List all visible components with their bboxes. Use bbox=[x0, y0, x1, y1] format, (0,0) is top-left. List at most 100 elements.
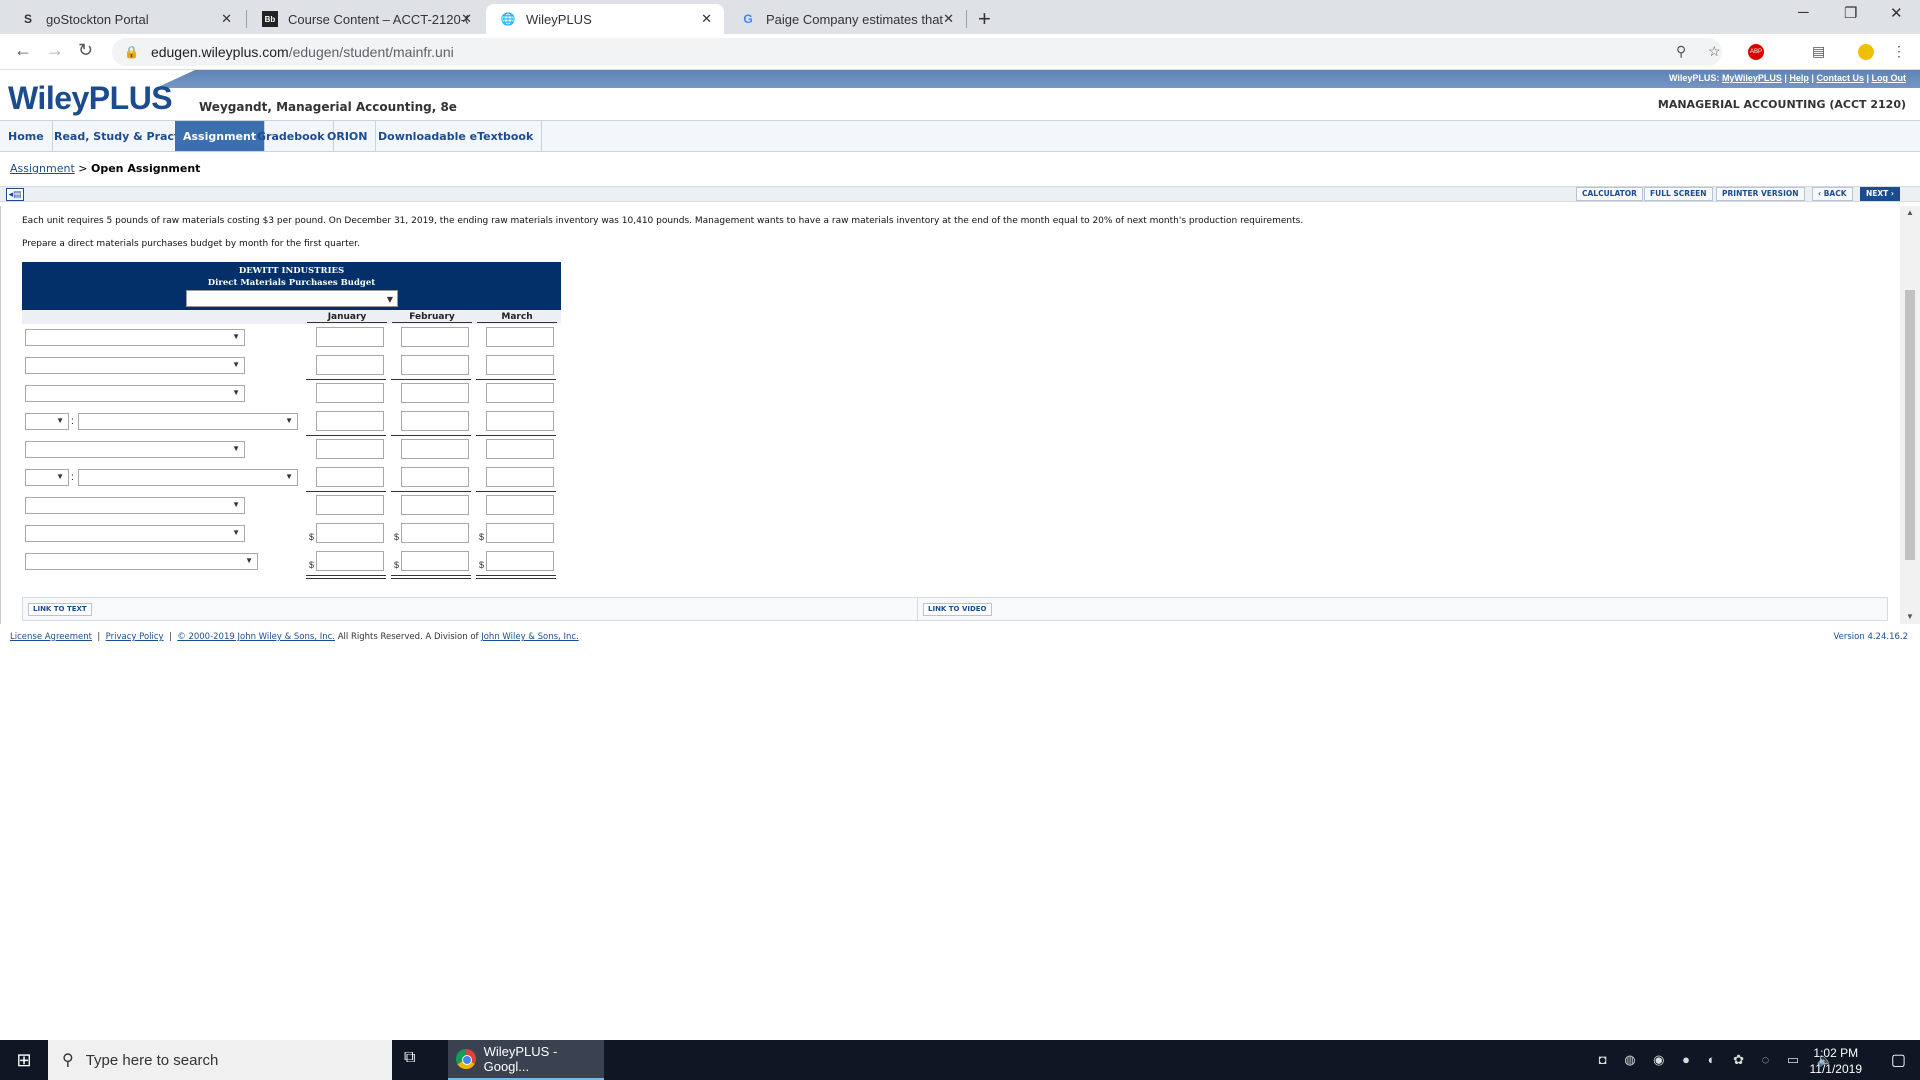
close-icon[interactable]: ✕ bbox=[461, 11, 472, 27]
next-button[interactable]: NEXT › bbox=[1860, 187, 1901, 201]
header-links: WileyPLUS: MyWileyPLUS | Help | Contact … bbox=[1668, 73, 1907, 83]
march-input[interactable] bbox=[486, 439, 554, 459]
restore-icon[interactable]: ❐ bbox=[1844, 4, 1857, 22]
breadcrumb-assignment-link[interactable]: Assignment bbox=[10, 162, 75, 175]
february-input[interactable] bbox=[401, 355, 469, 375]
february-input[interactable] bbox=[401, 327, 469, 347]
link-to-video-button[interactable]: LINK TO VIDEO bbox=[923, 603, 992, 616]
line-item-select[interactable]: ▼ bbox=[25, 525, 245, 542]
period-select[interactable]: ▼ bbox=[186, 290, 398, 307]
line-item-select[interactable]: ▼ bbox=[78, 469, 298, 486]
march-input[interactable] bbox=[486, 551, 554, 571]
zoom-icon[interactable]: ⚲ bbox=[1676, 43, 1686, 60]
line-item-select[interactable]: ▼ bbox=[25, 497, 245, 514]
tab-wileyplus[interactable]: 🌐 WileyPLUS ✕ bbox=[486, 4, 724, 34]
line-item-select[interactable]: ▼ bbox=[25, 553, 258, 570]
march-input[interactable] bbox=[486, 523, 554, 543]
profile-icon[interactable] bbox=[1858, 44, 1874, 60]
notification-icon[interactable]: ▢ bbox=[1891, 1050, 1906, 1070]
close-icon[interactable]: ✕ bbox=[943, 11, 954, 27]
contact-us-link[interactable]: Contact Us bbox=[1816, 73, 1864, 83]
reader-icon[interactable]: ▤ bbox=[1812, 43, 1825, 60]
march-input[interactable] bbox=[486, 411, 554, 431]
march-input[interactable] bbox=[486, 467, 554, 487]
privacy-policy-link[interactable]: Privacy Policy bbox=[106, 632, 164, 642]
back-arrow-icon[interactable]: ← bbox=[14, 40, 32, 61]
january-input[interactable] bbox=[316, 523, 384, 543]
close-icon[interactable]: ✕ bbox=[701, 11, 712, 27]
nav-home[interactable]: Home bbox=[0, 121, 53, 151]
copyright-link[interactable]: © 2000-2019 John Wiley & Sons, Inc. bbox=[177, 632, 335, 642]
back-button[interactable]: ‹ BACK bbox=[1812, 187, 1853, 201]
operator-select[interactable]: ▼ bbox=[25, 469, 69, 486]
calculator-button[interactable]: CALCULATOR bbox=[1576, 187, 1643, 201]
menu-dots-icon[interactable]: ⋮ bbox=[1892, 43, 1906, 60]
bookmark-star-icon[interactable]: ☆ bbox=[1708, 43, 1721, 60]
march-input[interactable] bbox=[486, 327, 554, 347]
february-input[interactable] bbox=[401, 411, 469, 431]
nav-downloadable-etextbook[interactable]: Downloadable eTextbook bbox=[370, 121, 543, 151]
new-tab-button[interactable]: + bbox=[978, 6, 991, 32]
february-input[interactable] bbox=[401, 523, 469, 543]
wiley-division-link[interactable]: John Wiley & Sons, Inc. bbox=[481, 632, 579, 642]
wileyplus-logo[interactable]: WileyPLUS bbox=[8, 80, 173, 117]
tab-course-content[interactable]: Bb Course Content – ACCT-2120-00 ✕ bbox=[248, 4, 484, 34]
budget-row: ▼ bbox=[22, 324, 561, 352]
january-input[interactable] bbox=[316, 411, 384, 431]
taskbar-chrome-app[interactable]: WileyPLUS - Googl... bbox=[448, 1040, 604, 1080]
march-input[interactable] bbox=[486, 383, 554, 403]
february-input[interactable] bbox=[401, 467, 469, 487]
tab-google-search[interactable]: G Paige Company estimates that un ✕ bbox=[726, 4, 966, 34]
line-item-select[interactable]: ▼ bbox=[78, 413, 298, 430]
january-input[interactable] bbox=[316, 495, 384, 515]
window-close-icon[interactable]: ✕ bbox=[1890, 4, 1903, 22]
scroll-up-icon[interactable]: ▲ bbox=[1906, 208, 1914, 217]
line-item-select[interactable]: ▼ bbox=[25, 385, 245, 402]
march-input[interactable] bbox=[486, 495, 554, 515]
printer-version-button[interactable]: PRINTER VERSION bbox=[1716, 187, 1805, 201]
january-input[interactable] bbox=[316, 439, 384, 459]
windows-start-icon[interactable]: ⊞ bbox=[0, 1040, 48, 1080]
my-wileyplus-link[interactable]: MyWileyPLUS bbox=[1722, 73, 1782, 83]
question-text: Each unit requires 5 pounds of raw mater… bbox=[22, 216, 1304, 226]
course-title: Weygandt, Managerial Accounting, 8e bbox=[199, 100, 457, 114]
scroll-thumb[interactable] bbox=[1905, 290, 1915, 560]
taskbar-clock[interactable]: 1:02 PM 11/1/2019 bbox=[1810, 1045, 1863, 1077]
system-tray-icons[interactable]: ◘ ◍ ◉ ● ◐ ✿ ◌ ▭ 🔈 bbox=[1599, 1052, 1840, 1068]
operator-select[interactable]: ▼ bbox=[25, 413, 69, 430]
taskbar-search[interactable]: ⚲ Type here to search bbox=[48, 1040, 392, 1080]
adblock-icon[interactable]: ABP bbox=[1748, 44, 1764, 60]
march-input[interactable] bbox=[486, 355, 554, 375]
link-to-text-button[interactable]: LINK TO TEXT bbox=[28, 603, 92, 616]
dropdown-caret-icon: ▼ bbox=[285, 416, 293, 425]
line-item-select[interactable]: ▼ bbox=[25, 441, 245, 458]
january-input[interactable] bbox=[316, 551, 384, 571]
nav-orion[interactable]: ORION bbox=[319, 121, 377, 151]
february-input[interactable] bbox=[401, 495, 469, 515]
license-agreement-link[interactable]: License Agreement bbox=[10, 632, 92, 642]
dollar-sign: $ bbox=[309, 560, 315, 570]
full-screen-button[interactable]: FULL SCREEN bbox=[1644, 187, 1713, 201]
line-item-select[interactable]: ▼ bbox=[25, 329, 245, 346]
tab-gostockton[interactable]: S goStockton Portal ✕ bbox=[6, 4, 244, 34]
february-input[interactable] bbox=[401, 383, 469, 403]
february-input[interactable] bbox=[401, 439, 469, 459]
line-item-select[interactable]: ▼ bbox=[25, 357, 245, 374]
january-input[interactable] bbox=[316, 327, 384, 347]
close-icon[interactable]: ✕ bbox=[221, 11, 232, 27]
panel-toggle-icon[interactable]: ◂▤ bbox=[6, 188, 24, 201]
february-input[interactable] bbox=[401, 551, 469, 571]
content-scrollbar[interactable]: ▲ ▼ bbox=[1900, 206, 1920, 624]
scroll-down-icon[interactable]: ▼ bbox=[1906, 612, 1914, 621]
january-input[interactable] bbox=[316, 383, 384, 403]
forward-arrow-icon[interactable]: → bbox=[46, 40, 64, 61]
chrome-icon bbox=[456, 1049, 476, 1069]
log-out-link[interactable]: Log Out bbox=[1872, 73, 1907, 83]
january-input[interactable] bbox=[316, 355, 384, 375]
reload-icon[interactable]: ↻ bbox=[78, 40, 93, 61]
minimize-icon[interactable]: ─ bbox=[1798, 4, 1809, 21]
help-link[interactable]: Help bbox=[1789, 73, 1809, 83]
task-view-icon[interactable]: ⧉ bbox=[404, 1049, 415, 1067]
url-bar[interactable]: 🔒 edugen.wileyplus.com/edugen/student/ma… bbox=[112, 38, 1722, 66]
january-input[interactable] bbox=[316, 467, 384, 487]
